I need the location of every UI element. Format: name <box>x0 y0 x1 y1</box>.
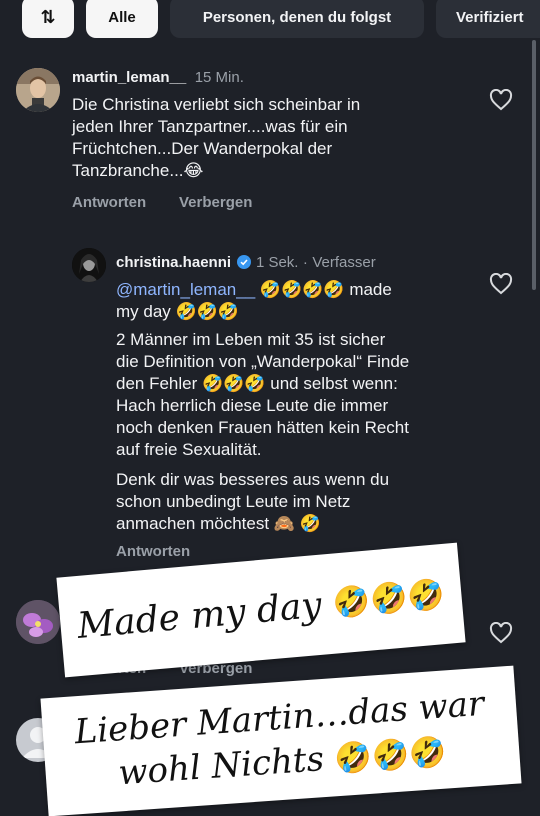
comment-line-last: Tanzbranche...😂 <box>72 160 482 182</box>
rofl-emoji: 🤣 <box>202 374 224 393</box>
caption-overlay-made-my-day: Made my day 🤣🤣🤣 <box>56 542 466 678</box>
comment-line: Denk dir was besseres aus wenn du <box>116 470 390 489</box>
avatar-photo <box>16 600 60 644</box>
filter-chip-all[interactable]: Alle <box>86 0 158 38</box>
comment-text: Die Christina verliebt sich scheinbar in… <box>72 94 482 182</box>
comment-line: @martin_leman__ 🤣🤣🤣🤣 made <box>116 279 476 301</box>
heart-outline-icon[interactable] <box>489 88 513 116</box>
hide-button[interactable]: Verbergen <box>179 194 252 211</box>
rofl-emoji: 🤣 <box>217 302 240 321</box>
comment-line-text: made <box>349 280 392 299</box>
avatar[interactable] <box>72 248 106 282</box>
comment-line-text: den Fehler <box>116 374 198 393</box>
comment-line-text: anmachen möchtest <box>116 514 270 533</box>
comment-line: Hach herrlich diese Leute die immer <box>116 396 389 415</box>
caption-text: Made my day <box>75 584 324 647</box>
comment-line: die Definition von „Wanderpokal“ Finde <box>116 352 410 371</box>
filter-chip-verified[interactable]: Verifiziert <box>436 0 540 38</box>
comment-line: Tanzbranche... <box>72 161 184 180</box>
filter-chip-label: Verifiziert <box>456 8 524 26</box>
scrollbar[interactable] <box>532 40 536 290</box>
rofl-emoji-group: 🤣🤣🤣 <box>333 734 448 778</box>
joy-emoji: 😂 <box>183 161 204 180</box>
comment-line: den Fehler 🤣🤣🤣 und selbst wenn: <box>116 373 476 395</box>
filter-chip-label: Personen, denen du folgst <box>202 8 392 26</box>
comment-line: 2 Männer im Leben mit 35 ist sicher <box>116 330 386 349</box>
rofl-emoji: 🤣 <box>259 280 282 299</box>
mention-link[interactable]: @martin_leman__ <box>116 280 255 299</box>
rofl-emoji: 🤣 <box>299 514 321 533</box>
username[interactable]: christina.haenni <box>116 254 231 271</box>
comment-line: noch denken Frauen hätten kein Recht <box>116 418 409 437</box>
comment-line: auf freie Sexualität. <box>116 440 262 459</box>
comment-line-text: und selbst wenn: <box>270 374 398 393</box>
comment-time: 15 Min. <box>194 69 244 86</box>
filter-bar: ⇅ Alle Personen, denen du folgst Verifiz… <box>0 0 540 38</box>
comment-line: anmachen möchtest 🙈 🤣 <box>116 513 476 535</box>
comment-line: my day 🤣🤣🤣 <box>116 301 476 323</box>
reply-button[interactable]: Antworten <box>116 543 190 560</box>
filter-chip-label: Alle <box>108 8 136 26</box>
comment-line: Früchtchen...Der Wanderpokal der <box>72 139 333 158</box>
caption-overlay-lieber-martin: Lieber Martin…das war wohl Nichts 🤣🤣🤣 <box>40 665 522 816</box>
comment-time: 1 Sek. <box>255 254 299 271</box>
rofl-emoji: 🤣 <box>223 374 245 393</box>
comment-line: Die Christina verliebt sich scheinbar in <box>72 95 361 114</box>
heart-outline-icon[interactable] <box>489 621 513 649</box>
comment-header: martin_leman__ 15 Min. <box>72 69 244 87</box>
rofl-emoji: 🤣 <box>302 280 324 299</box>
author-label: Verfasser <box>312 254 376 271</box>
reply-button[interactable]: Antworten <box>72 194 146 211</box>
see-no-evil-emoji: 🙈 <box>273 514 295 533</box>
rofl-emoji: 🤣 <box>281 280 303 299</box>
rofl-emoji: 🤣 <box>196 302 218 321</box>
filter-chip-following[interactable]: Personen, denen du folgst <box>170 0 424 38</box>
comment-header: christina.haenni 1 Sek. · Verfasser <box>116 254 376 274</box>
heart-outline-icon[interactable] <box>489 272 513 300</box>
sort-button[interactable]: ⇅ <box>22 0 74 38</box>
rofl-emoji: 🤣 <box>175 302 197 321</box>
comment-text: @martin_leman__ 🤣🤣🤣🤣 made my day 🤣🤣🤣 2 M… <box>116 279 476 535</box>
separator-dot: · <box>302 254 308 271</box>
avatar[interactable] <box>16 68 60 112</box>
comment-line: schon unbedingt Leute im Netz <box>116 492 351 511</box>
rofl-emoji: 🤣 <box>244 374 266 393</box>
comment-line-text: my day <box>116 302 171 321</box>
username[interactable]: martin_leman__ <box>72 69 186 86</box>
rofl-emoji: 🤣 <box>323 280 345 299</box>
avatar-photo <box>16 68 60 112</box>
comment-line: jeden Ihrer Tanzpartner....was für ein <box>72 117 348 136</box>
avatar-photo <box>72 248 106 282</box>
avatar[interactable] <box>16 600 60 644</box>
sort-arrows-icon: ⇅ <box>40 6 56 27</box>
verified-badge-icon <box>237 255 252 274</box>
rofl-emoji-group: 🤣🤣🤣 <box>331 576 447 622</box>
